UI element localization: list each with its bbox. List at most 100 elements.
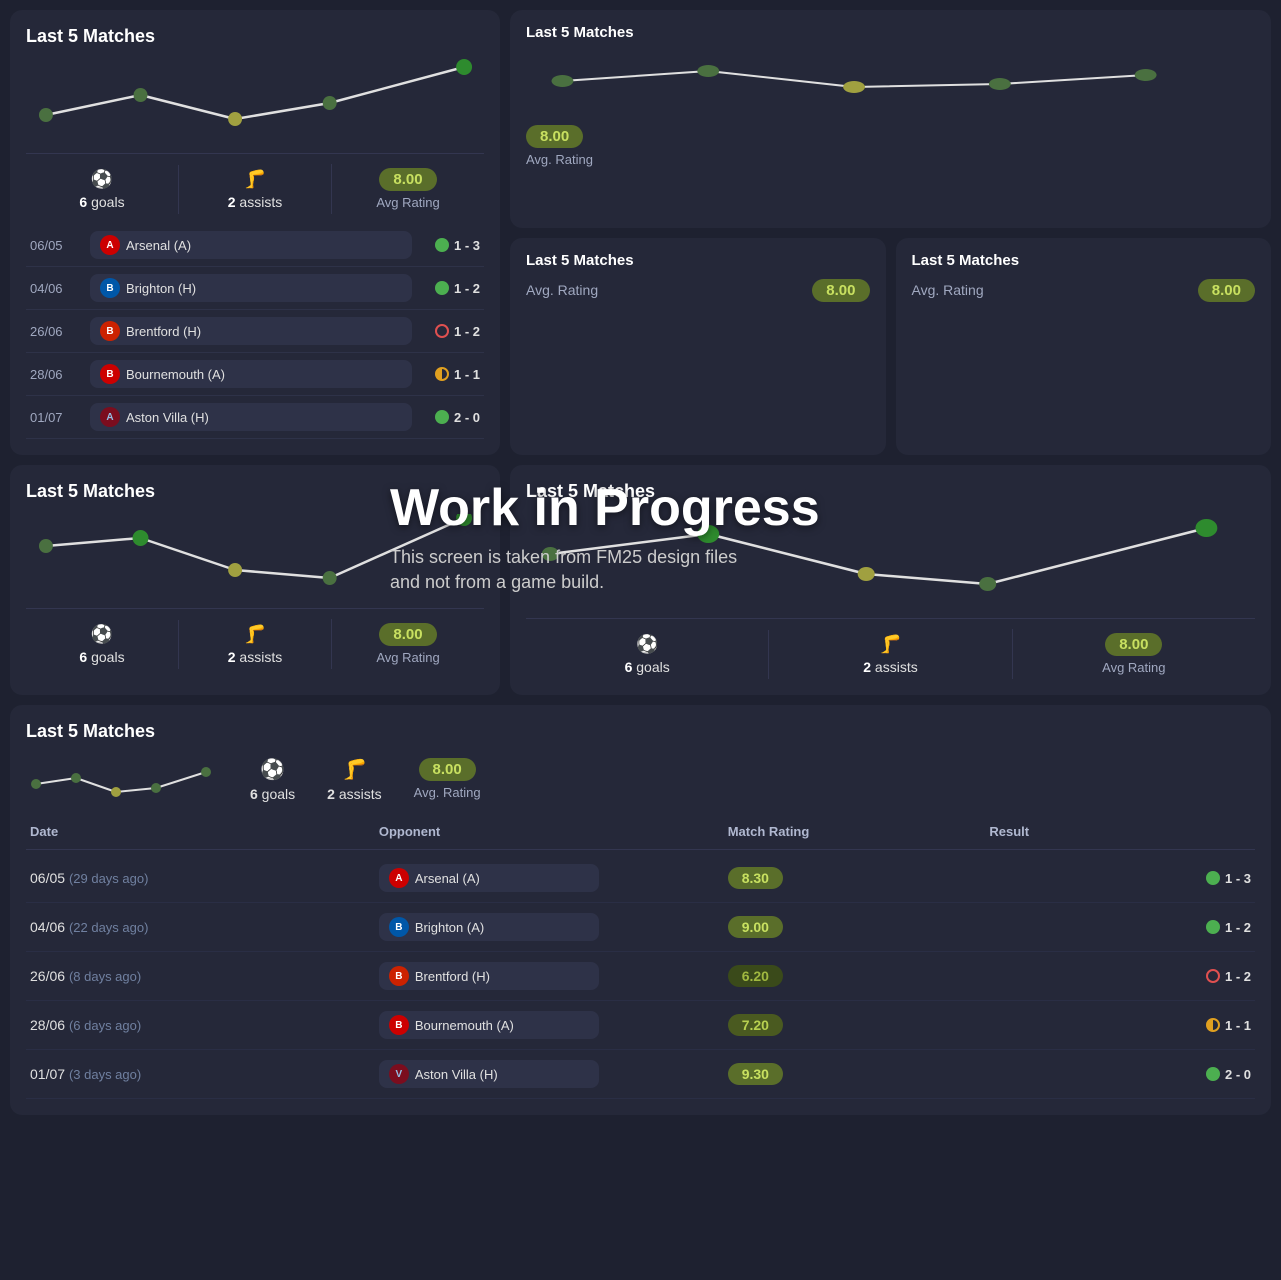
result-score: 2 - 0: [454, 410, 480, 425]
small-card-1-chart: [526, 51, 1255, 111]
opponent-name: Brentford (H): [126, 324, 201, 339]
opponent-name: Bournemouth (A): [415, 1018, 514, 1033]
goals-stat: ⚽ 6 goals: [250, 757, 295, 802]
result-badge: 1 - 3: [989, 871, 1251, 886]
table-row: 26/06 B Brentford (H) 1 - 2: [26, 310, 484, 353]
table-header: Date Opponent Match Rating Result: [26, 818, 1255, 850]
rating-value: 8.30: [728, 867, 783, 889]
middle-left-card: Last 5 Matches ⚽ 6 goals 🦵: [10, 465, 500, 695]
small-card-3-title: Last 5 Matches: [912, 252, 1256, 269]
middle-left-title: Last 5 Matches: [26, 481, 484, 502]
result-score: 1 - 2: [1225, 920, 1251, 935]
brighton-icon: B: [389, 917, 409, 937]
rating-value: 6.20: [728, 965, 783, 987]
aston-villa-icon: A: [100, 407, 120, 427]
middle-left-chart: [26, 514, 484, 594]
assists-icon: 🦵: [342, 757, 367, 782]
result-score: 1 - 1: [454, 367, 480, 382]
small-card-2-avg: Avg. Rating 8.00: [526, 279, 870, 302]
aston-villa-icon: V: [389, 1064, 409, 1084]
result-badge: 1 - 2: [420, 281, 480, 296]
result-badge: 1 - 1: [420, 367, 480, 382]
small-card-3-avg: Avg. Rating 8.00: [912, 279, 1256, 302]
rating-value: 7.20: [728, 1014, 783, 1036]
bottom-large-card: Last 5 Matches ⚽ 6 goals: [10, 705, 1271, 1115]
small-card-1: Last 5 Matches 8.00 Avg. Rating: [510, 10, 1271, 228]
col-result: Result: [989, 824, 1251, 839]
result-score: 2 - 0: [1225, 1067, 1251, 1082]
result-score: 1 - 3: [1225, 871, 1251, 886]
table-row: 06/05 (29 days ago) A Arsenal (A) 8.30 1…: [26, 854, 1255, 903]
goals-icon: ⚽: [91, 624, 113, 645]
bottom-small-chart: [26, 754, 226, 804]
win-dot: [1206, 871, 1220, 885]
avg-rating-stat: 8.00 Avg Rating: [331, 619, 484, 669]
assists-stat: 🦵 2 assists: [327, 757, 381, 802]
win-dot: [1206, 1067, 1220, 1081]
match-date: 01/07 (3 days ago): [30, 1066, 379, 1082]
loss-dot: [1206, 969, 1220, 983]
small-card-3-rating: 8.00: [1198, 279, 1255, 302]
goals-stat: ⚽ 6 goals: [526, 630, 768, 679]
opponent-name: Brighton (A): [415, 920, 484, 935]
draw-dot: [435, 367, 449, 381]
goals-value: 6 goals: [79, 649, 124, 665]
match-date: 06/05: [30, 238, 82, 253]
table-row: 06/05 A Arsenal (A) 1 - 3: [26, 224, 484, 267]
opponent-name: Bournemouth (A): [126, 367, 225, 382]
draw-dot: [1206, 1018, 1220, 1032]
arsenal-icon: A: [100, 235, 120, 255]
avg-rating-label: Avg Rating: [1102, 660, 1165, 675]
top-left-title: Last 5 Matches: [26, 26, 484, 47]
goals-icon: ⚽: [260, 757, 285, 782]
opponent-badge: B Brentford (H): [379, 962, 599, 990]
match-date: 01/07: [30, 410, 82, 425]
table-row: 04/06 B Brighton (H) 1 - 2: [26, 267, 484, 310]
opponent-badge: B Brentford (H): [90, 317, 412, 345]
rating-value: 9.30: [728, 1063, 783, 1085]
win-dot: [435, 238, 449, 252]
middle-right-stats: ⚽ 6 goals 🦵 2 assists 8.00 Avg Rating: [526, 618, 1255, 679]
avg-rating-pill: 8.00: [379, 168, 436, 191]
table-row: 01/07 A Aston Villa (H) 2 - 0: [26, 396, 484, 439]
result-score: 1 - 3: [454, 238, 480, 253]
opponent-name: Aston Villa (H): [126, 410, 209, 425]
small-card-2-avg-label: Avg. Rating: [526, 282, 598, 298]
match-rating: 8.30: [728, 867, 990, 889]
middle-right-chart: [526, 514, 1255, 604]
goals-label: 6 goals: [250, 786, 295, 802]
match-date: 06/05 (29 days ago): [30, 870, 379, 886]
bottom-card-title: Last 5 Matches: [26, 721, 1255, 742]
win-dot: [1206, 920, 1220, 934]
goals-value: 6 goals: [79, 194, 124, 210]
assists-value: 2 assists: [228, 649, 282, 665]
small-card-2-rating: 8.00: [812, 279, 869, 302]
match-date: 28/06 (6 days ago): [30, 1017, 379, 1033]
goals-icon: ⚽: [91, 169, 113, 190]
avg-rating-label: Avg Rating: [376, 195, 439, 210]
table-row: 28/06 B Bournemouth (A) 1 - 1: [26, 353, 484, 396]
assists-icon: 🦵: [244, 624, 266, 645]
goals-stat: ⚽ 6 goals: [26, 620, 178, 669]
result-badge: 1 - 2: [989, 969, 1251, 984]
assists-value: 2 assists: [863, 659, 917, 675]
opponent-name: Arsenal (A): [415, 871, 480, 886]
brentford-icon: B: [389, 966, 409, 986]
opponent-name: Aston Villa (H): [415, 1067, 498, 1082]
assists-stat: 🦵 2 assists: [178, 165, 331, 214]
match-rating: 7.20: [728, 1014, 990, 1036]
win-dot: [435, 281, 449, 295]
assists-stat: 🦵 2 assists: [768, 630, 1011, 679]
table-row: 28/06 (6 days ago) B Bournemouth (A) 7.2…: [26, 1001, 1255, 1050]
middle-left-stats: ⚽ 6 goals 🦵 2 assists 8.00 Avg Rating: [26, 608, 484, 669]
assists-label: 2 assists: [327, 786, 381, 802]
assists-icon: 🦵: [879, 634, 901, 655]
opponent-badge: A Aston Villa (H): [90, 403, 412, 431]
opponent-badge: A Arsenal (A): [90, 231, 412, 259]
opponent-badge: B Brighton (A): [379, 913, 599, 941]
win-dot: [435, 410, 449, 424]
match-date: 28/06: [30, 367, 82, 382]
opponent-name: Arsenal (A): [126, 238, 191, 253]
opponent-badge: B Bournemouth (A): [90, 360, 412, 388]
opponent-name: Brighton (H): [126, 281, 196, 296]
